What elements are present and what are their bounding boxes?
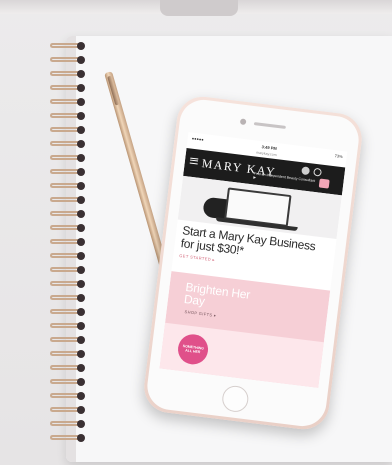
spiral-ring <box>50 420 86 428</box>
phone-face: ●●●●● 3:49 PM 73% marykay.com MARY KAY F… <box>144 97 362 429</box>
clip-object <box>160 0 238 16</box>
spiral-ring <box>50 406 86 414</box>
spiral-ring <box>50 126 86 134</box>
shop-gifts-link[interactable]: SHOP GIFTS ▸ <box>184 309 216 318</box>
camera-icon <box>239 118 247 126</box>
promo-banner[interactable]: Brighten Her Day SHOP GIFTS ▸ SOMETHING … <box>159 271 331 388</box>
spiral-ring <box>50 238 86 246</box>
spiral-ring <box>50 322 86 330</box>
spiral-ring <box>50 294 86 302</box>
spiral-binding <box>50 42 88 456</box>
phone-screen: ●●●●● 3:49 PM 73% marykay.com MARY KAY F… <box>159 132 348 388</box>
spiral-ring <box>50 392 86 400</box>
spiral-ring <box>50 140 86 148</box>
home-button[interactable] <box>220 384 250 414</box>
spiral-ring <box>50 224 86 232</box>
spiral-ring <box>50 336 86 344</box>
spiral-ring <box>50 378 86 386</box>
spiral-ring <box>50 266 86 274</box>
promo-title: Brighten Her Day <box>183 280 251 313</box>
speaker-grille <box>253 122 286 129</box>
spiral-ring <box>50 84 86 92</box>
bag-icon[interactable] <box>318 178 330 189</box>
status-time: 3:49 PM <box>261 143 278 151</box>
spiral-ring <box>50 42 86 50</box>
spiral-ring <box>50 70 86 78</box>
desk-edge <box>0 0 392 16</box>
spiral-ring <box>50 308 86 316</box>
user-icon[interactable] <box>301 166 311 176</box>
smartphone: ●●●●● 3:49 PM 73% marykay.com MARY KAY F… <box>141 93 365 433</box>
spiral-ring <box>50 182 86 190</box>
spiral-ring <box>50 280 86 288</box>
spiral-ring <box>50 364 86 372</box>
spiral-ring <box>50 434 86 442</box>
spiral-ring <box>50 252 86 260</box>
spiral-ring <box>50 98 86 106</box>
spiral-ring <box>50 154 86 162</box>
menu-icon[interactable] <box>189 157 199 165</box>
spiral-ring <box>50 168 86 176</box>
spiral-ring <box>50 350 86 358</box>
spiral-ring <box>50 196 86 204</box>
spiral-ring <box>50 56 86 64</box>
search-icon[interactable] <box>313 167 323 177</box>
spiral-ring <box>50 210 86 218</box>
status-battery: 73% <box>334 152 343 159</box>
status-signal: ●●●●● <box>191 135 205 142</box>
spiral-ring <box>50 112 86 120</box>
